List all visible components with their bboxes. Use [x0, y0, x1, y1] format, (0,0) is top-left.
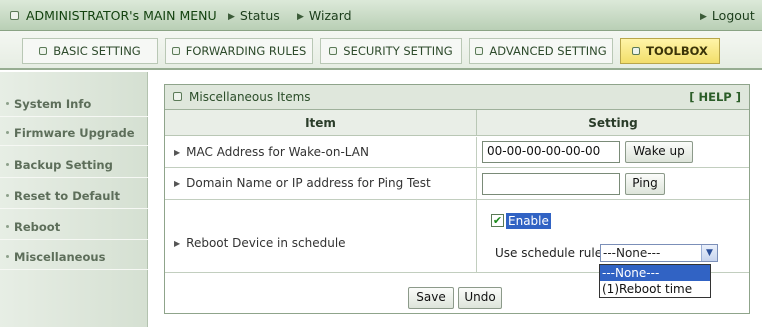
table-row: ▶ Domain Name or IP address for Ping Test… — [165, 168, 749, 200]
sidebar-item-label: Backup Setting — [14, 158, 113, 172]
undo-button[interactable]: Undo — [458, 287, 502, 309]
tab-forwarding-rules[interactable]: FORWARDING RULES — [165, 38, 313, 64]
table-row: ▶ Reboot Device in schedule ✔ Enable Use … — [165, 200, 749, 273]
ping-target-input[interactable] — [482, 173, 620, 195]
schedule-rule-label: Use schedule rule — [495, 246, 603, 260]
sidebar-item-reboot[interactable]: Reboot — [0, 214, 148, 240]
row-label-text: Domain Name or IP address for Ping Test — [186, 176, 431, 190]
mac-address-input[interactable]: 00-00-00-00-00-00 — [482, 141, 620, 163]
ping-button[interactable]: Ping — [625, 173, 665, 195]
panel-title-text: Miscellaneous Items — [189, 90, 311, 104]
save-button[interactable]: Save — [408, 287, 454, 309]
row-label: ▶ MAC Address for Wake-on-LAN — [165, 137, 477, 167]
bullet-icon — [6, 194, 9, 197]
tab-bar: BASIC SETTING FORWARDING RULES SECURITY … — [0, 31, 762, 70]
admin-main-menu-link[interactable]: ADMINISTRATOR's MAIN MENU — [10, 8, 217, 23]
status-label: Status — [239, 8, 280, 23]
sidebar: System Info Firmware Upgrade Backup Sett… — [0, 72, 148, 327]
miscellaneous-panel: Miscellaneous Items [ HELP ] Item Settin… — [164, 84, 750, 314]
triangle-right-icon: ▶ — [174, 179, 181, 188]
bullet-icon — [6, 102, 9, 105]
tab-label: ADVANCED SETTING — [489, 44, 607, 58]
sidebar-item-label: System Info — [14, 97, 92, 111]
panel-title-bar: Miscellaneous Items [ HELP ] — [165, 85, 749, 110]
schedule-rule-dropdown: ---None--- (1)Reboot time — [599, 264, 711, 298]
row-label-text: MAC Address for Wake-on-LAN — [186, 145, 369, 159]
sidebar-item-backup-setting[interactable]: Backup Setting — [0, 152, 148, 178]
table-row: ▶ MAC Address for Wake-on-LAN 00-00-00-00… — [165, 137, 749, 168]
sidebar-item-system-info[interactable]: System Info — [0, 91, 148, 117]
wizard-link[interactable]: ▶ Wizard — [297, 8, 352, 23]
arrow-right-icon: ▶ — [228, 12, 235, 22]
top-menu-bar: ADMINISTRATOR's MAIN MENU ▶ Status ▶ Wizar… — [0, 0, 762, 31]
schedule-rule-select[interactable]: ---None--- ▼ — [600, 244, 718, 262]
sidebar-item-label: Firmware Upgrade — [14, 126, 135, 140]
dropdown-option[interactable]: ---None--- — [600, 265, 710, 281]
row-label: ▶ Reboot Device in schedule — [165, 200, 477, 272]
square-icon — [10, 11, 19, 20]
schedule-rule-selected: ---None--- — [603, 246, 661, 260]
square-icon — [475, 47, 484, 55]
tab-label: SECURITY SETTING — [343, 44, 453, 58]
square-icon — [39, 47, 48, 55]
sidebar-item-label: Reset to Default — [14, 189, 120, 203]
square-icon — [173, 92, 182, 101]
sidebar-item-label: Miscellaneous — [14, 250, 106, 264]
bullet-icon — [6, 225, 9, 228]
tab-label: BASIC SETTING — [53, 44, 141, 58]
status-link[interactable]: ▶ Status — [228, 8, 280, 23]
tab-toolbox[interactable]: TOOLBOX — [620, 38, 720, 64]
logout-label: Logout — [711, 8, 755, 23]
wizard-label: Wizard — [308, 8, 352, 23]
tab-basic-setting[interactable]: BASIC SETTING — [22, 38, 158, 64]
tab-label: TOOLBOX — [646, 44, 708, 58]
square-icon — [632, 47, 641, 55]
admin-main-menu-label: ADMINISTRATOR's MAIN MENU — [26, 8, 217, 23]
row-label-text: Reboot Device in schedule — [186, 236, 346, 250]
sidebar-item-miscellaneous[interactable]: Miscellaneous — [0, 244, 148, 270]
help-link[interactable]: [ HELP ] — [689, 90, 741, 104]
dropdown-option[interactable]: (1)Reboot time — [600, 281, 710, 297]
square-icon — [329, 47, 338, 55]
triangle-right-icon: ▶ — [174, 148, 181, 157]
logout-link[interactable]: ▶ Logout — [700, 8, 755, 23]
triangle-right-icon: ▶ — [174, 239, 181, 248]
bullet-icon — [6, 255, 9, 258]
chevron-down-icon[interactable]: ▼ — [701, 245, 717, 261]
sidebar-item-label: Reboot — [14, 220, 61, 234]
bullet-icon — [6, 131, 9, 134]
column-header-item: Item — [165, 110, 477, 136]
enable-label[interactable]: Enable — [506, 213, 551, 229]
enable-checkbox[interactable]: ✔ — [491, 214, 504, 227]
arrow-right-icon: ▶ — [700, 12, 707, 22]
panel-title: Miscellaneous Items — [173, 90, 311, 104]
arrow-right-icon: ▶ — [297, 12, 304, 22]
square-icon — [171, 47, 180, 55]
bullet-icon — [6, 163, 9, 166]
row-label: ▶ Domain Name or IP address for Ping Test — [165, 168, 477, 199]
sidebar-item-firmware-upgrade[interactable]: Firmware Upgrade — [0, 120, 148, 146]
column-header-setting: Setting — [477, 110, 749, 136]
tab-label: FORWARDING RULES — [185, 44, 307, 58]
tab-advanced-setting[interactable]: ADVANCED SETTING — [469, 38, 613, 64]
tab-security-setting[interactable]: SECURITY SETTING — [320, 38, 462, 64]
wake-up-button[interactable]: Wake up — [625, 141, 693, 163]
sidebar-item-reset-to-default[interactable]: Reset to Default — [0, 183, 148, 209]
